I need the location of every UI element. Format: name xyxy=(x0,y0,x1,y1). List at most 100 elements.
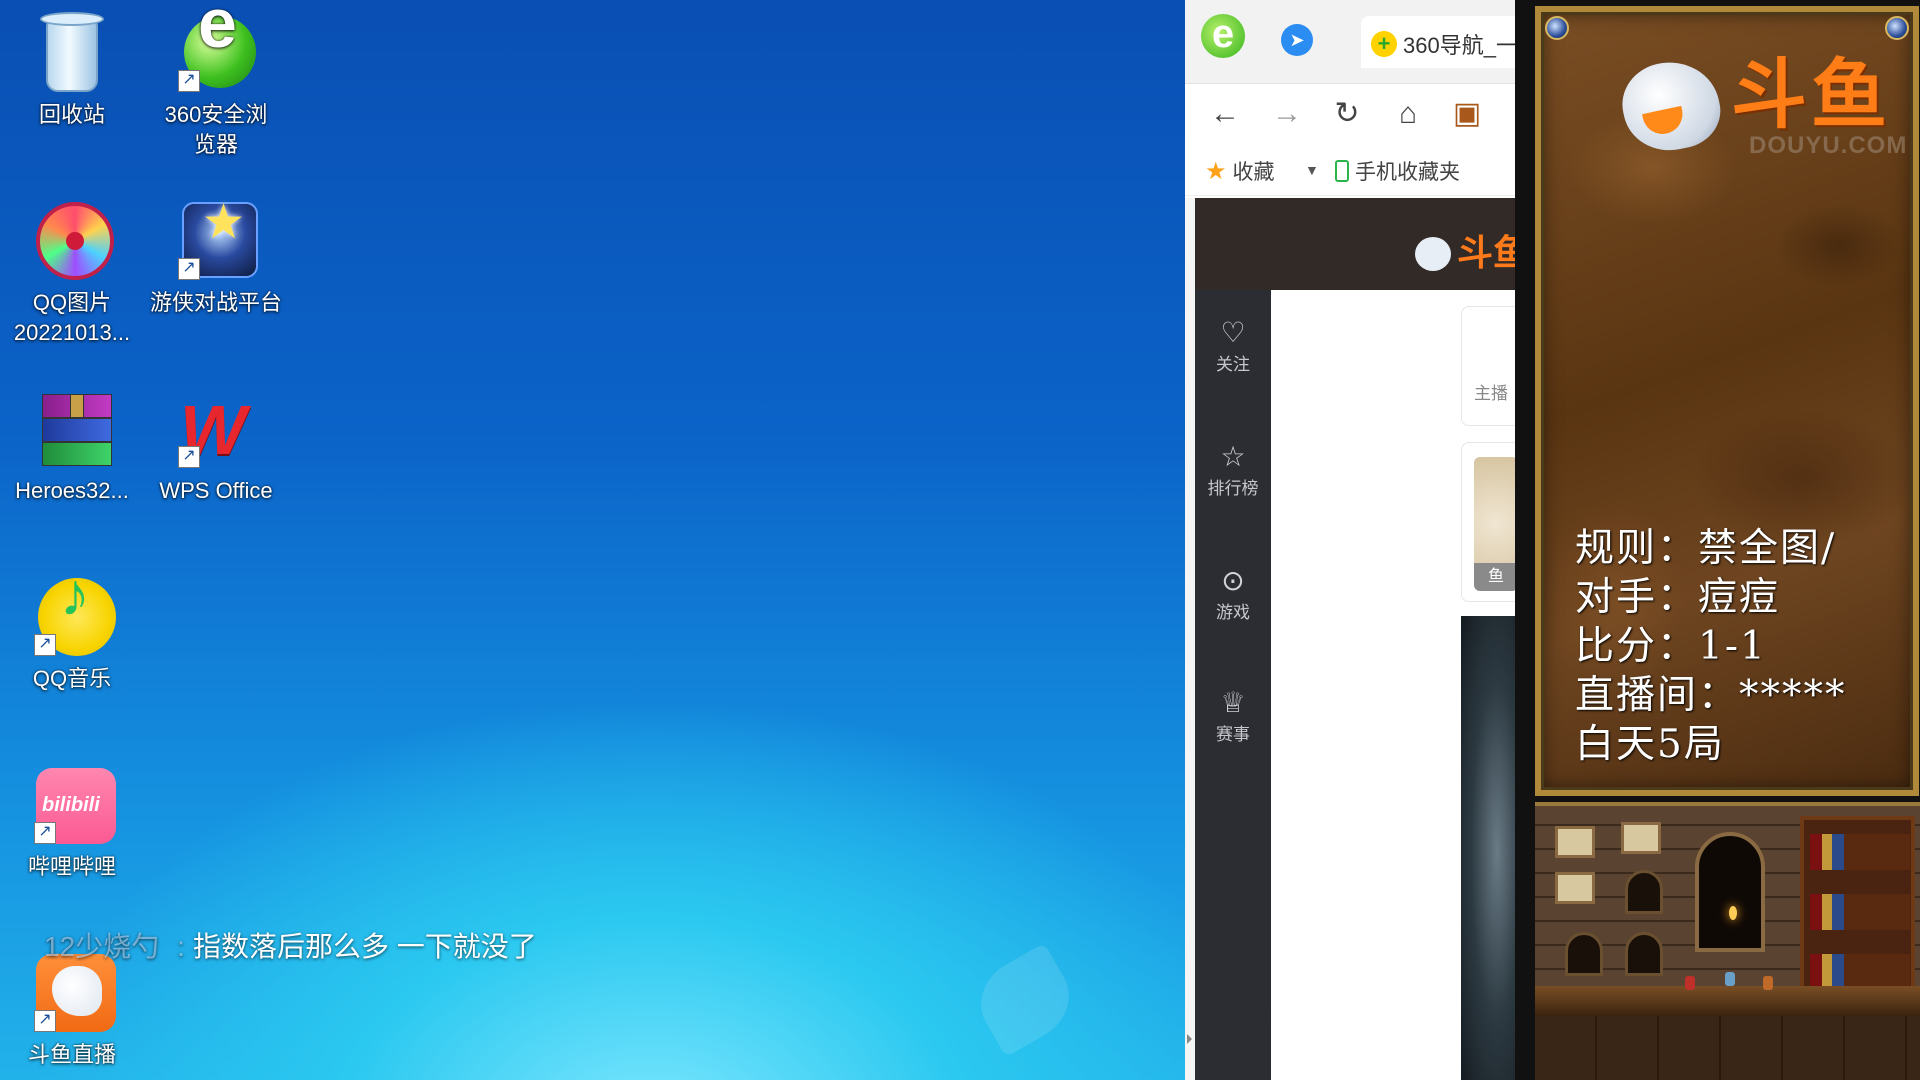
bookmark-mobile-favorites[interactable]: 手机收藏夹 xyxy=(1335,156,1460,186)
desktop-icon-recycle-bin[interactable]: 回收站 xyxy=(2,10,142,130)
extension-briefcase-icon[interactable]: ▣ xyxy=(1447,94,1487,134)
overlay-domain: DOUYU.COM xyxy=(1749,132,1908,159)
sidebar-item-follow[interactable]: ♡ 关注 xyxy=(1195,316,1271,375)
desktop-icon-label: 回收站 xyxy=(38,102,105,127)
desktop-icon-qq-image[interactable]: QQ图片20221013... xyxy=(2,198,142,348)
scene-frame xyxy=(1621,822,1661,854)
tab-title: 360导航_一 xyxy=(1403,33,1515,58)
douyu-overlay-logo: 斗鱼 DOUYU.COM xyxy=(1614,50,1906,172)
scene-alcove xyxy=(1625,932,1663,976)
desktop-icon-heroes-archive[interactable]: Heroes32... xyxy=(2,386,142,506)
phone-icon xyxy=(1335,160,1349,182)
douyu-header: 斗鱼 xyxy=(1195,198,1515,290)
desktop-icon-douyu[interactable]: ↗ 斗鱼直播 xyxy=(2,950,142,1070)
scene-frame xyxy=(1555,872,1595,904)
sidebar-item-label: 排行榜 xyxy=(1207,479,1259,498)
card-text: 主播 xyxy=(1474,384,1508,403)
card-thumbnail xyxy=(1474,457,1515,577)
desktop-icon-360-browser[interactable]: ↗ 360安全浏览器 xyxy=(146,8,286,160)
desktop: 回收站 ↗ 360安全浏览器 QQ图片20221013... ↗ 游侠对战平台 … xyxy=(0,0,1185,1080)
browser-tab-strip: e ➤ +360导航_一 xyxy=(1185,0,1515,84)
home-button[interactable]: ⌂ xyxy=(1388,94,1428,134)
recycle-bin-icon xyxy=(30,10,114,94)
bookmark-label: 手机收藏夹 xyxy=(1355,161,1460,184)
douyu-header-logo[interactable]: 斗鱼 xyxy=(1415,224,1515,276)
match-info: 规则：禁全图/ 对手：痘痘 比分：1-1 直播间：***** 白天5局 xyxy=(1575,524,1847,769)
desktop-icon-label: 哔哩哔哩 xyxy=(27,854,116,879)
sidebar-item-events[interactable]: ♕ 赛事 xyxy=(1195,686,1271,745)
douyu-web-page: 斗鱼 ♡ 关注 ☆ 排行榜 ⊙ 游戏 ♕ 赛事 主播 鱼 xyxy=(1195,198,1515,1080)
opponent-line: 对手：痘痘 xyxy=(1575,575,1781,620)
desktop-icon-label: QQ音乐 xyxy=(32,666,112,691)
streamer-card[interactable]: 主播 xyxy=(1461,306,1515,426)
forward-button[interactable]: → xyxy=(1267,94,1307,134)
ranking-icon: ☆ xyxy=(1220,441,1246,472)
refresh-button[interactable]: ↻ xyxy=(1327,94,1367,134)
scene-bottle xyxy=(1685,976,1695,990)
danmu-comment: 12少烧勺: 指数落后那么多 一下就没了 xyxy=(44,925,537,965)
trophy-icon: ♕ xyxy=(1220,687,1246,718)
heart-icon: ♡ xyxy=(1220,317,1246,348)
rules-panel: 斗鱼 DOUYU.COM 规则：禁全图/ 对手：痘痘 比分：1-1 直播间：**… xyxy=(1535,6,1919,796)
douyu-sidebar: ♡ 关注 ☆ 排行榜 ⊙ 游戏 ♕ 赛事 xyxy=(1195,290,1273,1080)
round-line: 白天5局 xyxy=(1575,722,1725,767)
bookmark-label: 收藏 xyxy=(1232,161,1275,184)
bookmark-favorites[interactable]: ★ 收藏 xyxy=(1205,156,1275,186)
desktop-icon-label: 360安全浏览器 xyxy=(164,102,268,157)
desktop-icon-label: 斗鱼直播 xyxy=(27,1042,116,1067)
room-line: 直播间：***** xyxy=(1575,673,1847,718)
scene-floor xyxy=(1535,1016,1920,1080)
qq-image-icon xyxy=(30,198,114,282)
browser-window: e ➤ +360导航_一 ← → ↻ ⌂ ▣ ★ 收藏 ▼ 手机收藏夹 斗鱼 ♡ … xyxy=(1185,0,1515,1080)
scene-alcove xyxy=(1565,932,1603,976)
bilibili-icon: ↗ xyxy=(30,762,116,846)
chevron-down-icon[interactable]: ▼ xyxy=(1305,162,1319,178)
send-icon[interactable]: ➤ xyxy=(1281,24,1313,56)
douyu-main-content: 主播 鱼 xyxy=(1271,290,1515,1080)
desktop-icon-label: 游侠对战平台 xyxy=(149,290,282,315)
danmu-separator: : xyxy=(177,931,185,962)
scene-bottle xyxy=(1763,976,1773,990)
sidebar-item-label: 游戏 xyxy=(1216,603,1250,622)
browser-tab[interactable]: +360导航_一 xyxy=(1361,16,1515,68)
mouse-icon: ⊙ xyxy=(1221,565,1245,596)
card-tag: 鱼 xyxy=(1474,563,1515,591)
desktop-icon-game-platform[interactable]: ↗ 游侠对战平台 xyxy=(146,198,286,318)
sidebar-item-label: 关注 xyxy=(1216,355,1250,374)
sidebar-item-ranking[interactable]: ☆ 排行榜 xyxy=(1195,440,1271,499)
scene-table xyxy=(1535,986,1920,1016)
overlay-brand: 斗鱼 xyxy=(1731,50,1891,139)
browser-360-icon: ↗ xyxy=(174,8,258,94)
scene-bottle xyxy=(1725,972,1735,986)
star-icon: ★ xyxy=(1205,158,1227,185)
corner-gem-icon xyxy=(1545,16,1569,40)
stream-thumbnail[interactable] xyxy=(1461,616,1515,1080)
sidebar-item-games[interactable]: ⊙ 游戏 xyxy=(1195,564,1271,623)
stream-overlay: 斗鱼 DOUYU.COM 规则：禁全图/ 对手：痘痘 比分：1-1 直播间：**… xyxy=(1515,0,1920,1080)
browser-logo-icon[interactable]: e xyxy=(1201,14,1245,58)
danmu-user: 12少烧勺 xyxy=(44,931,160,962)
qq-music-icon: ↗ xyxy=(30,574,116,658)
desktop-icon-qq-music[interactable]: ↗ QQ音乐 xyxy=(2,574,142,694)
wps-office-icon: W ↗ xyxy=(178,391,246,469)
back-button[interactable]: ← xyxy=(1205,94,1245,134)
douyu-fish-icon xyxy=(1614,52,1728,160)
desktop-icon-bilibili[interactable]: ↗ 哔哩哔哩 xyxy=(2,762,142,882)
corner-gem-icon xyxy=(1885,16,1909,40)
page-left-gutter xyxy=(1185,198,1195,1080)
bookmarks-bar: ★ 收藏 ▼ 手机收藏夹 xyxy=(1185,144,1515,196)
desktop-icon-label: Heroes32... xyxy=(15,478,129,503)
desktop-icon-label: QQ图片20221013... xyxy=(13,290,131,345)
tab-favicon-icon: + xyxy=(1371,31,1397,57)
desktop-icon-label: WPS Office xyxy=(159,478,273,503)
sidebar-item-label: 赛事 xyxy=(1216,725,1250,744)
scene-alcove xyxy=(1625,870,1663,914)
sidebar-collapse-tab[interactable] xyxy=(1247,1010,1273,1080)
recommend-card[interactable]: 鱼 xyxy=(1461,442,1515,602)
browser-nav-bar: ← → ↻ ⌂ ▣ xyxy=(1185,84,1515,144)
winrar-archive-icon xyxy=(30,386,114,470)
danmu-message: 指数落后那么多 一下就没了 xyxy=(192,931,537,962)
desktop-icon-wps-office[interactable]: W ↗ WPS Office xyxy=(146,386,286,506)
score-line: 比分：1-1 xyxy=(1575,624,1767,669)
scene-frame xyxy=(1555,826,1595,858)
